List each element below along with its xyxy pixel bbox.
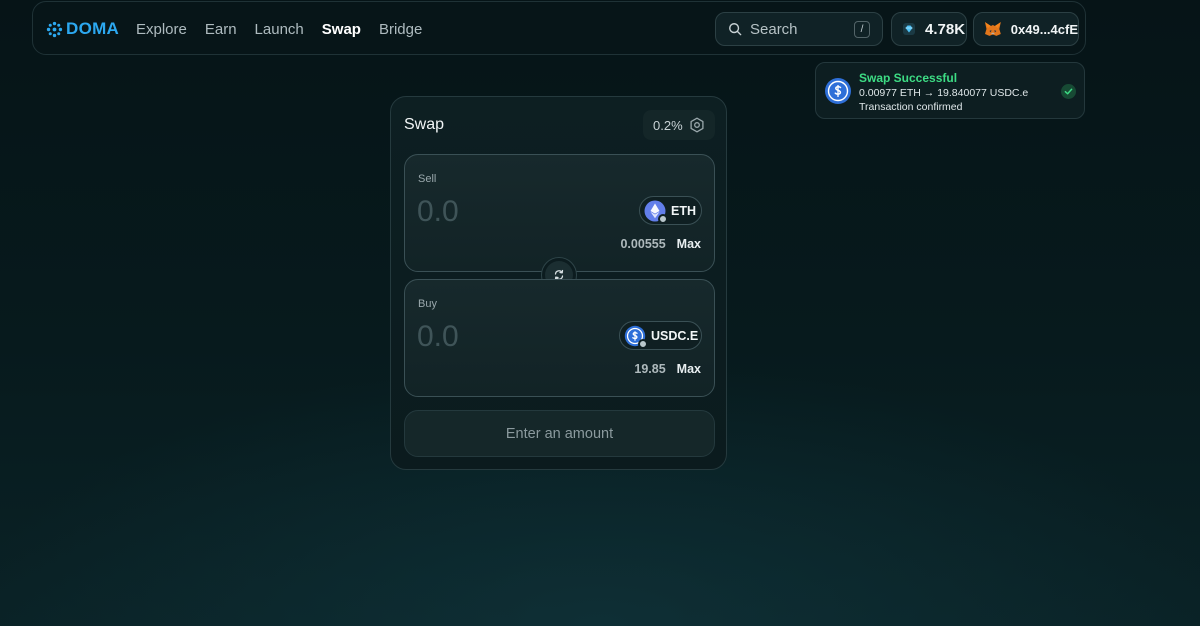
search-input[interactable] xyxy=(750,20,860,38)
buy-token-symbol: USDC.E xyxy=(651,328,699,343)
usdc-token-icon xyxy=(825,78,851,104)
search-shortcut-key: / xyxy=(854,21,870,38)
swap-card: Swap 0.2% Sell ETH 0.00555 Max xyxy=(390,96,727,470)
sell-max-button[interactable]: Max xyxy=(677,237,701,251)
points-value: 4.78K xyxy=(925,20,966,38)
points-badge[interactable]: 4.78K xyxy=(891,12,967,46)
diamond-icon xyxy=(903,23,915,35)
buy-balance: 19.85 xyxy=(634,362,666,376)
buy-panel: Buy USDC.E 19.85 Max xyxy=(404,279,715,397)
search-box[interactable]: / xyxy=(715,12,883,46)
swap-success-toast[interactable]: Swap Successful 0.00977 ETH → 19.840077 … xyxy=(815,62,1085,119)
wallet-address: 0x49...4cfE xyxy=(1010,21,1078,37)
slippage-settings-button[interactable]: 0.2% xyxy=(643,110,715,140)
nav-link-earn[interactable]: Earn xyxy=(205,21,237,38)
nav-link-launch[interactable]: Launch xyxy=(255,21,304,38)
buy-amount-input[interactable] xyxy=(417,319,577,355)
sell-panel: Sell ETH 0.00555 Max xyxy=(404,154,715,272)
network-badge-icon xyxy=(658,213,668,224)
buy-label: Buy xyxy=(418,298,437,310)
check-icon xyxy=(1061,84,1076,99)
eth-token-icon xyxy=(644,200,668,224)
sell-balance: 0.00555 xyxy=(620,237,666,251)
buy-max-button[interactable]: Max xyxy=(677,362,701,376)
enter-amount-button[interactable]: Enter an amount xyxy=(404,410,715,457)
network-badge-icon xyxy=(638,338,648,349)
swap-card-title: Swap xyxy=(404,116,445,133)
nav-links: Explore Earn Launch Swap Bridge xyxy=(136,2,440,56)
toast-status: Transaction confirmed xyxy=(859,101,963,113)
nav-link-explore[interactable]: Explore xyxy=(136,21,187,38)
nav-link-swap[interactable]: Swap xyxy=(322,21,361,38)
buy-token-selector[interactable]: USDC.E xyxy=(619,321,702,350)
brand-logo[interactable]: DOMA xyxy=(46,19,119,39)
sell-label: Sell xyxy=(418,173,437,185)
nav-link-bridge[interactable]: Bridge xyxy=(379,21,422,38)
doma-logo-icon xyxy=(46,21,63,37)
top-nav: DOMA Explore Earn Launch Swap Bridge / 4… xyxy=(32,1,1086,55)
sell-token-selector[interactable]: ETH xyxy=(639,196,702,225)
slippage-value: 0.2% xyxy=(653,117,683,133)
toast-detail: 0.00977 ETH → 19.840077 USDC.e xyxy=(859,87,1029,99)
metamask-fox-icon xyxy=(984,22,1001,36)
wallet-button[interactable]: 0x49...4cfE xyxy=(973,12,1079,46)
usdc-token-icon xyxy=(624,325,648,349)
brand-name: DOMA xyxy=(66,19,120,38)
buy-balance-row: 19.85 Max xyxy=(634,362,701,376)
settings-gear-icon xyxy=(690,117,704,133)
sell-token-symbol: ETH xyxy=(671,203,696,218)
toast-title: Swap Successful xyxy=(859,71,958,85)
sell-balance-row: 0.00555 Max xyxy=(620,237,701,251)
sell-amount-input[interactable] xyxy=(417,194,577,230)
search-icon xyxy=(729,23,742,36)
